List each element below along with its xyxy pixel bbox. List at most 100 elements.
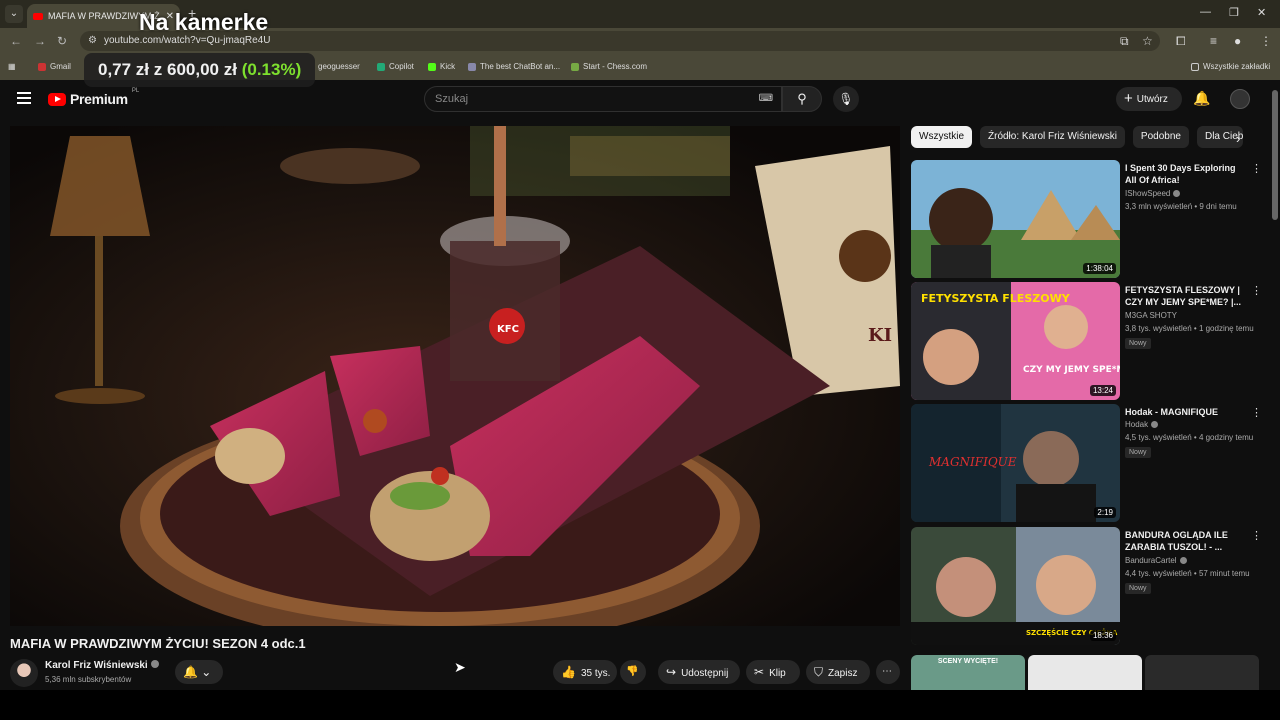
channel-avatar[interactable] [10, 659, 38, 687]
recommendation-chips: Wszystkie Źródło: Karol Friz Wiśniewski … [911, 126, 1243, 148]
bookmark-star-icon[interactable]: ☆ [1142, 34, 1153, 48]
keyboard-icon[interactable]: ⌨ [759, 87, 773, 111]
scissors-icon: ✂ [754, 665, 765, 679]
verified-icon [150, 660, 159, 668]
rec-channel[interactable]: Hodak [1125, 420, 1159, 429]
more-icon[interactable]: ⋮ [1251, 529, 1262, 542]
bell-icon: 🔔 [183, 665, 198, 679]
share-icon: ↪ [666, 665, 677, 679]
bookmark-chatbot[interactable]: The best ChatBot an... [468, 62, 560, 71]
rec-meta: 4,5 tys. wyświetleń • 4 godziny temu [1125, 433, 1254, 442]
chatbot-icon [468, 62, 476, 71]
more-icon[interactable]: ⋮ [1251, 162, 1262, 175]
rec-meta: 3,8 tys. wyświetleń • 1 godzinę temu [1125, 324, 1254, 333]
svg-text:KI: KI [868, 325, 892, 346]
bookmark-copilot[interactable]: Copilot [377, 62, 414, 71]
rec-title[interactable]: I Spent 30 Days Exploring All Of Africa! [1125, 162, 1245, 186]
menu-icon[interactable] [17, 92, 31, 104]
share-button[interactable]: ↪ Udostępnij [658, 660, 740, 684]
thumbnail-bandura: SZCZĘŚCIE CZY CIĘŻKA PRACA [911, 527, 1120, 645]
short-thumbnail[interactable] [1028, 655, 1142, 690]
logo-text: Premium [70, 91, 128, 107]
extensions-icon[interactable]: ⧠ [1176, 34, 1186, 49]
bookmark-geoguesser[interactable]: geoguesser [318, 62, 360, 71]
chevron-right-icon[interactable]: › [1236, 131, 1240, 146]
save-button[interactable]: ⛉ Zapisz [806, 660, 870, 684]
browser-menu-icon[interactable]: ⋮ [1260, 34, 1272, 48]
gmail-icon [38, 62, 46, 71]
recommendation-item[interactable]: 1:38:04 I Spent 30 Days Exploring All Of… [911, 160, 1262, 278]
bookmark-kick[interactable]: Kick [428, 62, 455, 71]
install-app-icon[interactable]: ⧉ [1120, 34, 1129, 49]
maximize-icon[interactable]: ❐ [1229, 6, 1239, 19]
chip-source[interactable]: Źródło: Karol Friz Wiśniewski [980, 126, 1125, 148]
forward-icon[interactable]: → [34, 34, 46, 48]
bookmark-chess[interactable]: Start - Chess.com [571, 62, 647, 71]
rec-meta: 3,3 mln wyświetleń • 9 dni temu [1125, 202, 1237, 211]
create-button[interactable]: + Utwórz [1116, 87, 1182, 111]
recommendation-item[interactable]: FETYSZYSTA FLESZOWY CZY MY JEMY SPE*ME? … [911, 282, 1262, 400]
notifications-icon[interactable]: 🔔 [1193, 90, 1210, 107]
rec-channel[interactable]: BanduraCartel [1125, 556, 1187, 565]
chip-all[interactable]: Wszystkie [911, 126, 972, 148]
video-player[interactable]: KI KFC [10, 126, 900, 626]
recommendation-item[interactable]: MAGNIFIQUE 2:19 Hodak - MAGNIFIQUE Hodak… [911, 404, 1262, 522]
goal-total: 600,00 zł [167, 60, 237, 79]
scrollbar-thumb[interactable] [1272, 90, 1278, 220]
video-thumbnail[interactable]: SZCZĘŚCIE CZY CIĘŻKA PRACA 18:36 [911, 527, 1120, 645]
search-button[interactable]: ⚲ [782, 86, 822, 112]
more-actions-button[interactable]: ⋯ [876, 660, 900, 684]
bookmark-gmail[interactable]: Gmail [38, 62, 71, 71]
plus-icon: + [1124, 90, 1133, 107]
site-info-icon[interactable]: ⚙ [88, 31, 97, 51]
more-icon[interactable]: ⋮ [1251, 406, 1262, 419]
more-icon[interactable]: ⋮ [1251, 284, 1262, 297]
donation-goal-overlay: 0,77 zł z 600,00 zł (0.13%) [84, 53, 316, 87]
new-badge: Nowy [1125, 447, 1151, 458]
reading-list-icon[interactable]: ≡ [1210, 34, 1217, 48]
profile-icon[interactable]: ● [1234, 34, 1241, 48]
chip-similar[interactable]: Podobne [1132, 126, 1189, 148]
short-thumbnail[interactable]: SCENY WYCIĘTE! [911, 655, 1025, 690]
youtube-premium-logo[interactable]: Premium PL [48, 88, 139, 107]
more-icon: ⋯ [882, 666, 892, 677]
rec-title[interactable]: Hodak - MAGNIFIQUE [1125, 406, 1245, 418]
thumb-text: MAGNIFIQUE [928, 455, 1017, 469]
video-frame: KI KFC [10, 126, 900, 626]
channel-name[interactable]: Karol Friz Wiśniewski [45, 660, 159, 671]
recommendation-item[interactable]: SZCZĘŚCIE CZY CIĘŻKA PRACA 18:36 BANDURA… [911, 527, 1262, 645]
short-thumbnail[interactable] [1145, 655, 1259, 690]
all-bookmarks[interactable]: Wszystkie zakładki [1191, 62, 1270, 71]
search-input[interactable]: Szukaj ⌨ [424, 86, 782, 112]
svg-text:KFC: KFC [497, 324, 519, 335]
dislike-button[interactable]: 👎 [620, 660, 646, 684]
like-button[interactable]: 👍 35 tys. [553, 660, 617, 684]
rec-title[interactable]: BANDURA OGLĄDA ILE ZARABIA TUSZOL! - ... [1125, 529, 1245, 553]
duration: 2:19 [1094, 507, 1116, 518]
video-thumbnail[interactable]: MAGNIFIQUE 2:19 [911, 404, 1120, 522]
tab-search-icon[interactable]: ⌄ [5, 5, 23, 23]
close-window-icon[interactable]: ✕ [1257, 6, 1266, 19]
subscription-bell-button[interactable]: 🔔 ⌄ [175, 660, 223, 684]
search-placeholder: Szukaj [435, 93, 469, 105]
new-badge: Nowy [1125, 583, 1151, 594]
thumbnail-magnifique: MAGNIFIQUE [911, 404, 1120, 522]
rec-channel[interactable]: M3GA SHOTY [1125, 311, 1177, 320]
rec-channel[interactable]: IShowSpeed [1125, 189, 1181, 198]
reload-icon[interactable]: ↻ [57, 34, 67, 48]
chevron-down-icon: ⌄ [201, 665, 212, 679]
apps-grid-icon[interactable]: ▦ [8, 62, 16, 71]
verified-icon [1179, 557, 1187, 564]
video-thumbnail[interactable]: 1:38:04 [911, 160, 1120, 278]
video-thumbnail[interactable]: FETYSZYSTA FLESZOWY CZY MY JEMY SPE*ME? … [911, 282, 1120, 400]
scrollbar[interactable] [1270, 80, 1280, 690]
account-avatar[interactable] [1230, 89, 1250, 109]
rec-meta: 4,4 tys. wyświetleń • 57 minut temu [1125, 569, 1250, 578]
rec-title[interactable]: FETYSZYSTA FLESZOWY | CZY MY JEMY SPE*ME… [1125, 284, 1245, 308]
new-badge: Nowy [1125, 338, 1151, 349]
back-icon[interactable]: ← [10, 34, 22, 48]
clip-button[interactable]: ✂ Klip [746, 660, 800, 684]
thumbnail-fetyszysta: FETYSZYSTA FLESZOWY CZY MY JEMY SPE*ME? [911, 282, 1120, 400]
voice-search-icon[interactable]: 🎙 [833, 86, 859, 112]
minimize-icon[interactable]: — [1200, 6, 1211, 18]
